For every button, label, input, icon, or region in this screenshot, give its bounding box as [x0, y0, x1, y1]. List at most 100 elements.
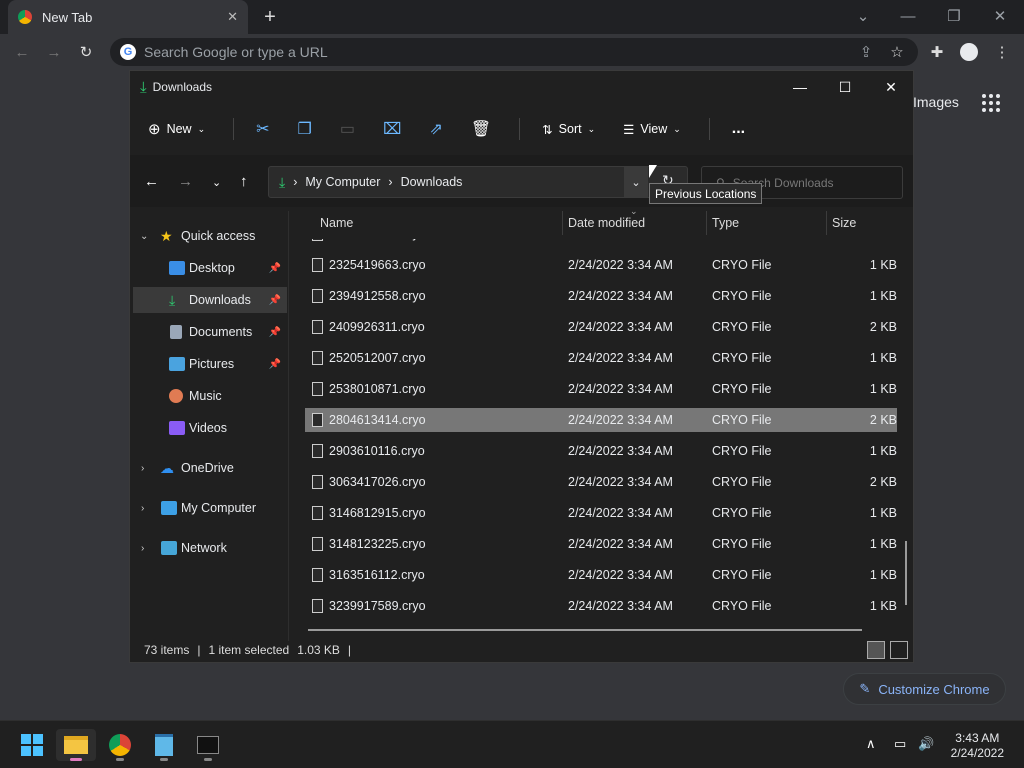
file-row[interactable]: 2538010871.cryo 2/24/2022 3:34 AM CRYO Fil… [305, 377, 897, 401]
tab-new-tab[interactable]: New Tab ✕ [8, 0, 248, 34]
sidebar-item-documents[interactable]: Documents 📌 [133, 319, 287, 345]
file-row[interactable]: 3239917589.cryo 2/24/2022 3:34 AM CRYO Fil… [305, 594, 897, 618]
file-icon [312, 413, 323, 427]
file-row[interactable]: 2903610116.cryo 2/24/2022 3:34 AM CRYO Fil… [305, 439, 897, 463]
clock[interactable]: 3:43 AM 2/24/2022 [951, 731, 1004, 761]
reload-icon[interactable]: ↻ [76, 42, 96, 62]
breadcrumb-my-computer[interactable]: My Computer [305, 175, 380, 189]
profile-icon[interactable] [959, 42, 979, 62]
cmd-divider [519, 118, 521, 140]
minimize-icon[interactable]: — [898, 6, 918, 26]
forward-icon[interactable]: → [178, 173, 193, 190]
chevron-down-icon: ⌄ [140, 230, 149, 242]
close-tab-icon[interactable]: ✕ [227, 9, 238, 25]
sidebar-label: Downloads [189, 293, 251, 307]
sort-button[interactable]: ⇅ Sort ⌄ [542, 122, 595, 137]
breadcrumb-downloads[interactable]: Downloads [401, 175, 463, 189]
show-hidden-icons-icon[interactable]: ∧ [866, 736, 876, 752]
pane-divider[interactable] [288, 211, 289, 641]
file-row[interactable]: 2409926311.cryo 2/24/2022 3:34 AM CRYO Fil… [305, 315, 897, 339]
file-row[interactable]: 3146812915.cryo 2/24/2022 3:34 AM CRYO Fil… [305, 501, 897, 525]
horizontal-scrollbar[interactable] [308, 629, 862, 631]
tiles-view-icon[interactable] [890, 641, 908, 659]
vertical-scrollbar[interactable] [905, 541, 907, 605]
see-more-button[interactable]: ... [732, 120, 745, 138]
recent-locations-icon[interactable]: ⌄ [212, 176, 221, 189]
close-window-icon[interactable]: ✕ [990, 6, 1010, 26]
sidebar-item-music[interactable]: Music [133, 383, 287, 409]
tab-search-icon[interactable]: ⌄ [853, 6, 873, 26]
file-date: 2/24/2022 3:34 AM [568, 506, 673, 520]
sidebar-item-desktop[interactable]: Desktop 📌 [133, 255, 287, 281]
images-link[interactable]: Images [913, 94, 959, 110]
rename-button[interactable]: ⌧ [383, 119, 401, 139]
documents-icon [170, 325, 182, 339]
back-icon[interactable]: ← [144, 173, 159, 190]
extensions-icon[interactable]: ✚ [927, 42, 947, 62]
back-icon[interactable]: ← [12, 42, 32, 62]
new-tab-button[interactable]: + [259, 6, 281, 28]
taskbar-chrome[interactable] [100, 729, 140, 761]
file-row[interactable]: 3148123225.cryo 2/24/2022 3:34 AM CRYO Fil… [305, 532, 897, 556]
view-button[interactable]: ☰ View ⌄ [623, 122, 681, 137]
taskbar-notepad[interactable] [144, 729, 184, 761]
taskbar-terminal[interactable] [188, 729, 228, 761]
file-row[interactable]: 2520512007.cryo 2/24/2022 3:34 AM CRYO Fil… [305, 346, 897, 370]
sidebar-item-downloads[interactable]: ⤓ Downloads 📌 [133, 287, 287, 313]
file-type: CRYO File [712, 258, 772, 272]
file-type: CRYO File [712, 320, 772, 334]
pencil-icon: ✎ [859, 681, 871, 696]
file-row[interactable]: 2804613414.cryo 2/24/2022 3:34 AM CRYO Fil… [305, 408, 897, 432]
cut-button[interactable]: ✂ [256, 119, 269, 139]
file-row[interactable]: 2394912558.cryo 2/24/2022 3:34 AM CRYO Fil… [305, 284, 897, 308]
star-icon: ★ [160, 227, 173, 244]
taskbar-file-explorer[interactable] [56, 729, 96, 761]
column-date-modified[interactable]: Date modified [568, 216, 645, 230]
omnibox[interactable]: G Search Google or type a URL [110, 38, 918, 66]
apps-grid-icon[interactable] [982, 94, 1000, 112]
column-divider[interactable] [562, 211, 563, 235]
column-name[interactable]: Name [320, 216, 353, 230]
share-button[interactable]: ⇗ [429, 119, 442, 139]
file-row[interactable]: 2325419663.cryo 2/24/2022 3:34 AM CRYO Fil… [305, 253, 897, 277]
restore-icon[interactable]: ❐ [944, 6, 964, 26]
file-icon [312, 289, 323, 303]
column-divider[interactable] [706, 211, 707, 235]
copy-button[interactable]: ❐ [298, 119, 312, 139]
column-type[interactable]: Type [712, 216, 739, 230]
sidebar-item-quick-access[interactable]: ⌄ ★ Quick access [133, 223, 287, 249]
paste-button[interactable]: ▭ [340, 119, 355, 139]
sidebar-item-videos[interactable]: Videos [133, 415, 287, 441]
bookmark-star-icon[interactable]: ☆ [887, 42, 907, 62]
volume-icon[interactable]: 🔊 [918, 736, 934, 752]
delete-button[interactable]: 🗑 [471, 119, 491, 139]
sort-icon: ⇅ [542, 122, 553, 137]
details-view-icon[interactable] [867, 641, 885, 659]
new-button[interactable]: ⊕ New ⌄ [148, 120, 205, 138]
explorer-close-icon[interactable]: ✕ [868, 71, 914, 103]
previous-locations-dropdown[interactable]: ⌄ [624, 167, 648, 197]
column-divider[interactable] [826, 211, 827, 235]
column-headers: Name Date modified ⌄ Type Size [290, 206, 914, 239]
forward-icon[interactable]: → [44, 42, 64, 62]
sidebar-item-network[interactable]: › Network [133, 535, 287, 561]
up-icon[interactable]: ↑ [240, 173, 248, 190]
file-size: 1 KB [869, 506, 897, 520]
column-size[interactable]: Size [832, 216, 856, 230]
file-row[interactable]: 3063417026.cryo 2/24/2022 3:34 AM CRYO Fil… [305, 470, 897, 494]
file-row[interactable]: 3163516112.cryo 2/24/2022 3:34 AM CRYO Fil… [305, 563, 897, 587]
file-type: CRYO File [712, 444, 772, 458]
start-button[interactable] [12, 729, 52, 761]
sidebar-item-pictures[interactable]: Pictures 📌 [133, 351, 287, 377]
customize-chrome-button[interactable]: ✎ Customize Chrome [843, 673, 1006, 705]
windows-logo-icon [21, 734, 43, 756]
explorer-maximize-icon[interactable]: ☐ [822, 71, 868, 103]
network-status-icon[interactable]: ▭ [894, 736, 906, 752]
explorer-minimize-icon[interactable]: — [777, 71, 823, 103]
menu-icon[interactable]: ⋮ [992, 42, 1012, 62]
sidebar-item-onedrive[interactable]: › ☁ OneDrive [133, 455, 287, 481]
file-icon [312, 506, 323, 520]
sidebar-item-my-computer[interactable]: › My Computer [133, 495, 287, 521]
share-icon[interactable]: ⇪ [856, 42, 876, 62]
file-row[interactable]: 2251725940.cryo 2/24/2022 3:34 AM CRYO Fil… [305, 239, 897, 246]
